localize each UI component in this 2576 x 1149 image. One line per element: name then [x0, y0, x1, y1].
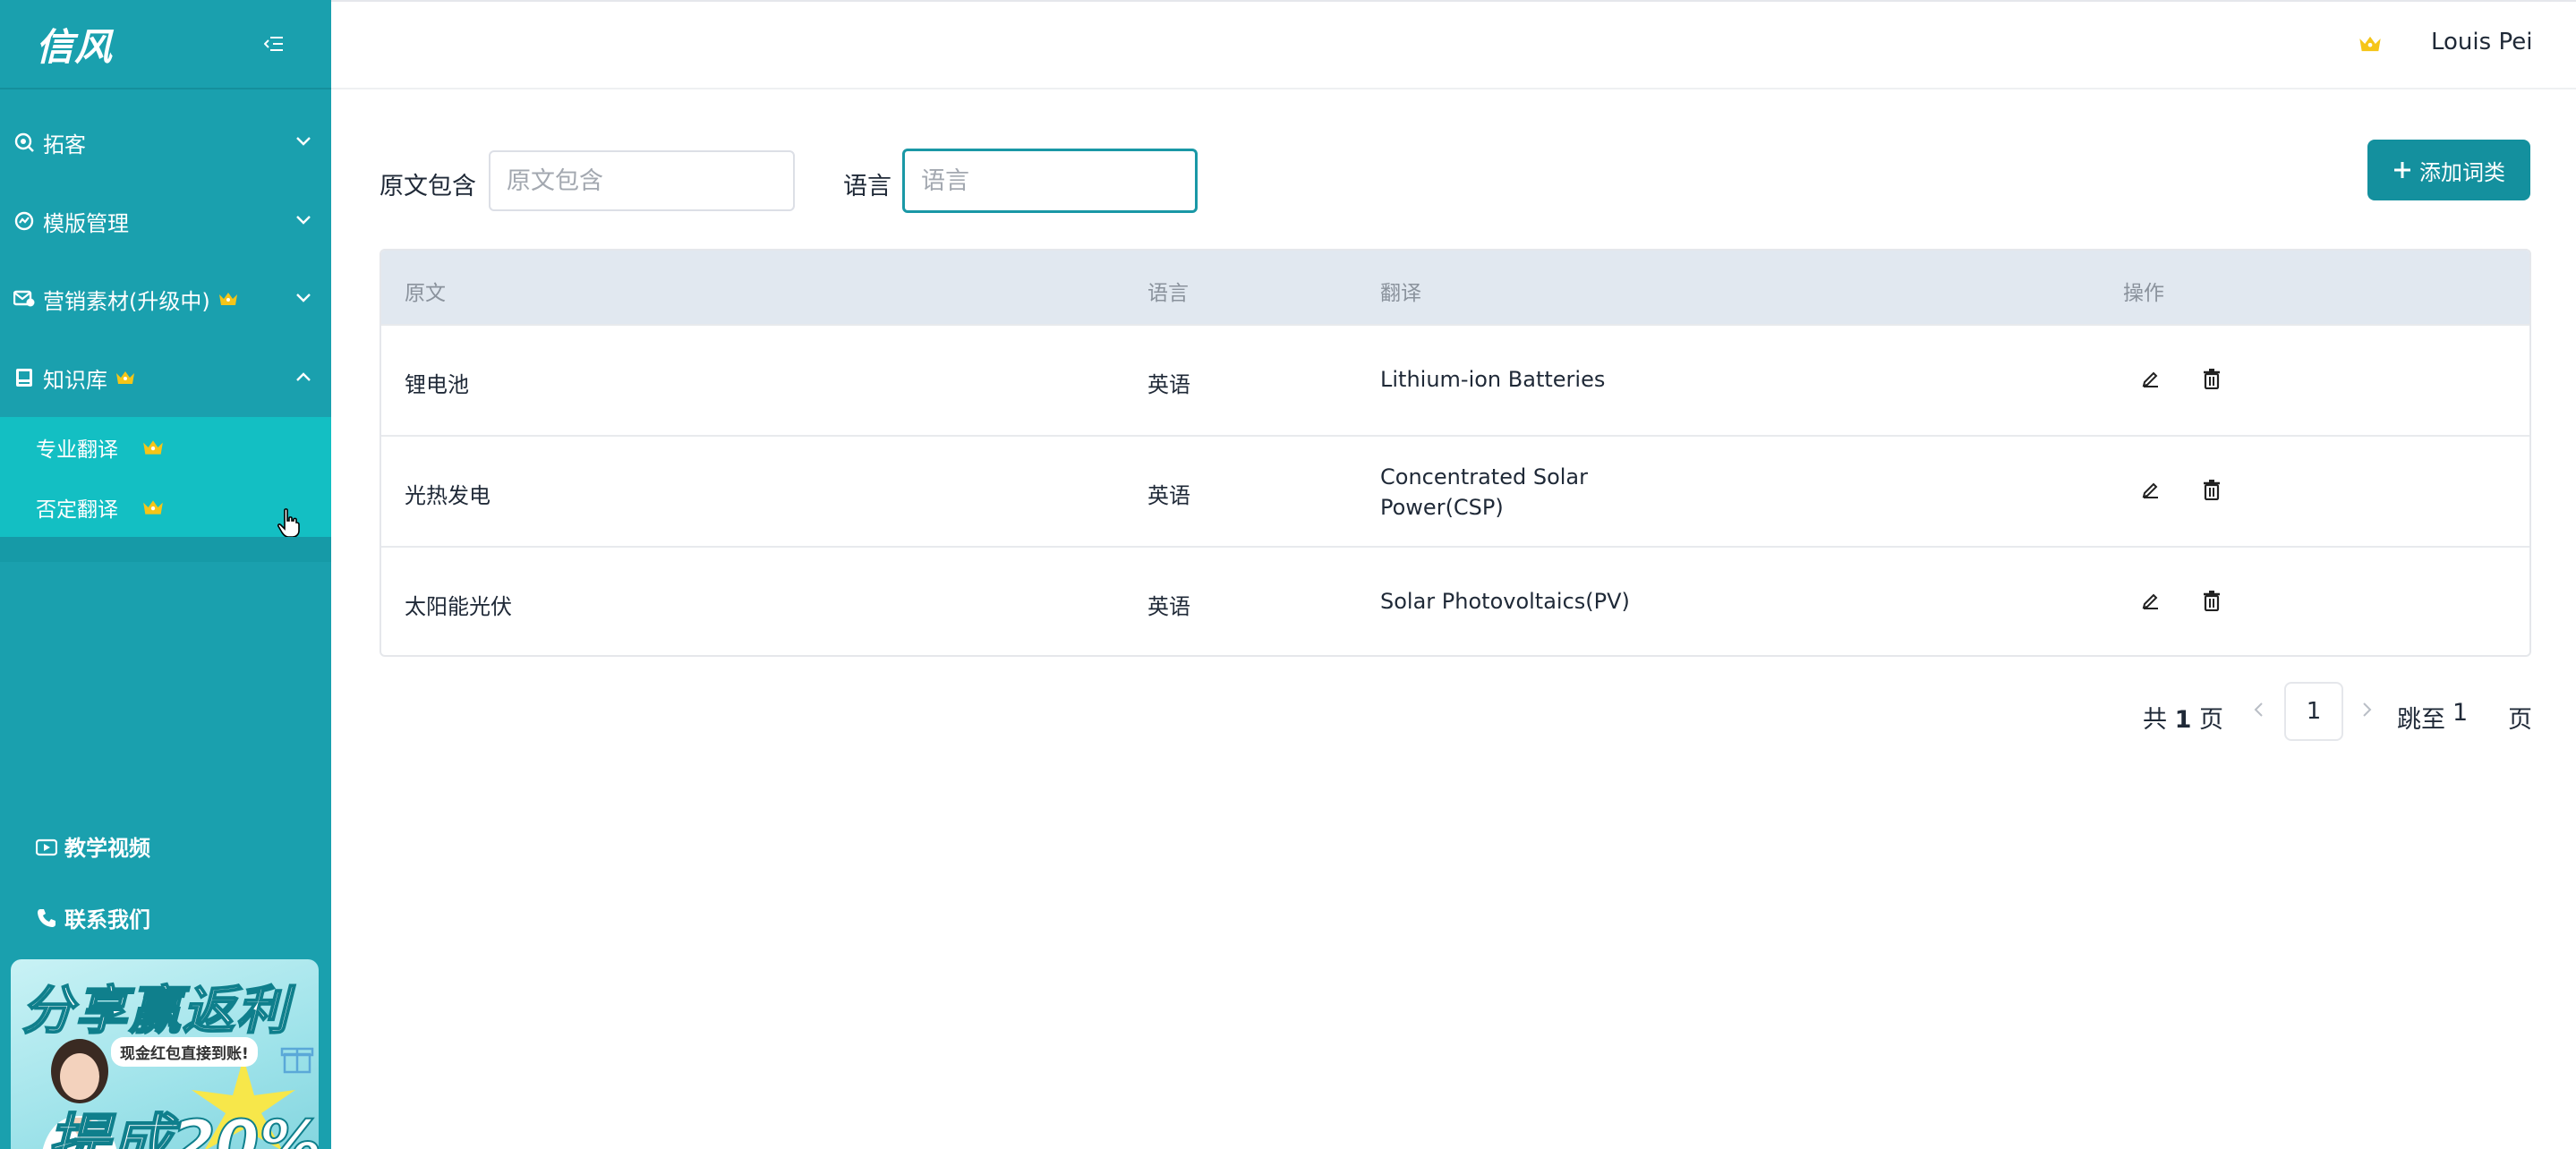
template-icon — [13, 209, 36, 233]
cell-language: 英语 — [1147, 372, 1190, 397]
mail-icon — [13, 287, 36, 311]
chevron-down-icon — [292, 130, 315, 153]
chevron-down-icon — [292, 286, 315, 310]
book-icon — [13, 366, 36, 389]
cell-translation: Solar Photovoltaics(PV) — [1380, 589, 1630, 614]
edit-icon[interactable] — [2137, 365, 2164, 392]
delete-icon[interactable] — [2198, 365, 2225, 392]
jump-to-suffix: 页 — [2508, 706, 2532, 734]
column-header-language: 语言 — [1147, 282, 1189, 305]
pagination-total-suffix: 页 — [2198, 706, 2223, 734]
next-page-icon[interactable] — [2356, 698, 2379, 721]
sidebar-item-tuoke[interactable]: 拓客 — [0, 103, 331, 182]
source-filter-label: 原文包含 — [380, 173, 476, 200]
edit-icon[interactable] — [2137, 476, 2164, 503]
submenu-item-label: 否定翻译 — [36, 498, 118, 522]
glossary-table: 原文 语言 翻译 操作 锂电池 英语 Lithium-ion Batteries… — [380, 249, 2531, 657]
cell-language: 英语 — [1147, 483, 1190, 508]
cell-translation: Concentrated Solar Power(CSP) — [1380, 462, 1588, 523]
cell-source: 太阳能光伏 — [405, 594, 512, 619]
crown-icon — [141, 438, 165, 457]
search-target-icon — [13, 131, 36, 154]
cell-source: 锂电池 — [405, 372, 469, 397]
sidebar-item-label: 模版管理 — [43, 210, 129, 236]
cell-source: 光热发电 — [405, 483, 490, 508]
collapse-menu-icon[interactable] — [261, 31, 286, 56]
delete-icon[interactable] — [2198, 476, 2225, 503]
phone-icon — [34, 906, 59, 931]
chevron-down-icon — [292, 209, 315, 232]
table-header: 原文 语言 翻译 操作 — [381, 251, 2529, 324]
cell-translation-line: Power(CSP) — [1380, 495, 1504, 520]
promo-subtitle: 现金红包直接到账! — [111, 1037, 258, 1067]
contact-us-label: 联系我们 — [64, 907, 150, 932]
submenu-divider — [0, 537, 331, 562]
tutorial-video-label: 教学视频 — [64, 836, 150, 861]
promo-commission-rate: 提成20% — [46, 1106, 319, 1149]
table-row: 太阳能光伏 英语 Solar Photovoltaics(PV) — [381, 546, 2529, 655]
cell-translation: Lithium-ion Batteries — [1380, 367, 1606, 392]
table-row: 光热发电 英语 Concentrated Solar Power(CSP) — [381, 435, 2529, 546]
tutorial-video-link[interactable]: 教学视频 — [34, 830, 150, 862]
user-name[interactable]: Louis Pei — [2431, 29, 2532, 55]
column-header-actions: 操作 — [2123, 282, 2164, 305]
hand-cursor-icon — [277, 508, 300, 538]
sidebar: 信风 拓客 模版管理 营销素材(升级中) 知识库 专业翻译 否定翻译 教学视频 … — [0, 0, 331, 1149]
sidebar-item-label: 知识库 — [43, 367, 107, 393]
vip-crown-icon[interactable] — [2358, 33, 2383, 58]
sidebar-item-marketing[interactable]: 营销素材(升级中) — [0, 260, 331, 338]
add-term-button[interactable]: 添加词类 — [2367, 140, 2530, 200]
knowledge-base-submenu: 专业翻译 否定翻译 — [0, 417, 331, 538]
crown-icon — [218, 290, 239, 308]
logo: 信风 — [36, 24, 114, 69]
contact-us-link[interactable]: 联系我们 — [34, 902, 150, 933]
jump-to-label: 跳至 — [2397, 706, 2445, 734]
sidebar-item-templates[interactable]: 模版管理 — [0, 182, 331, 260]
pagination-total-prefix: 共 — [2143, 706, 2167, 734]
column-header-source: 原文 — [405, 282, 446, 305]
sidebar-item-knowledge-base[interactable]: 知识库 — [0, 338, 331, 417]
chevron-up-icon — [292, 365, 315, 388]
pagination-total-pages: 1 — [2174, 706, 2192, 734]
jump-to-page-input[interactable] — [2452, 693, 2504, 732]
language-filter-label: 语言 — [843, 173, 891, 200]
sidebar-item-label: 拓客 — [43, 132, 86, 157]
submenu-item-professional-translation[interactable]: 专业翻译 — [0, 417, 331, 477]
cell-translation-line: Concentrated Solar — [1380, 464, 1589, 489]
column-header-translation: 翻译 — [1380, 282, 1421, 305]
promo-title: 分享赢返利 — [21, 979, 291, 1042]
pagination-total: 共 1 页 — [2143, 700, 2223, 735]
edit-icon[interactable] — [2137, 587, 2164, 614]
sidebar-header: 信风 — [0, 0, 331, 89]
page-number-current[interactable]: 1 — [2284, 682, 2343, 741]
add-term-label: 添加词类 — [2419, 159, 2505, 185]
top-bar — [331, 0, 2576, 89]
prev-page-icon[interactable] — [2247, 698, 2270, 721]
video-icon — [34, 834, 59, 859]
plus-icon — [2393, 160, 2412, 180]
crown-icon — [141, 498, 165, 517]
cell-language: 英语 — [1147, 594, 1190, 619]
sidebar-item-label: 营销素材(升级中) — [43, 288, 210, 314]
referral-promo-banner[interactable]: 分享赢返利 现金红包直接到账! 提成20% — [11, 959, 319, 1149]
table-row: 锂电池 英语 Lithium-ion Batteries — [381, 324, 2529, 435]
gift-icon — [280, 1047, 314, 1074]
delete-icon[interactable] — [2198, 587, 2225, 614]
submenu-item-label: 专业翻译 — [36, 438, 118, 462]
source-filter-input[interactable] — [489, 150, 795, 211]
crown-icon — [115, 369, 136, 387]
language-filter-input[interactable] — [902, 149, 1198, 213]
